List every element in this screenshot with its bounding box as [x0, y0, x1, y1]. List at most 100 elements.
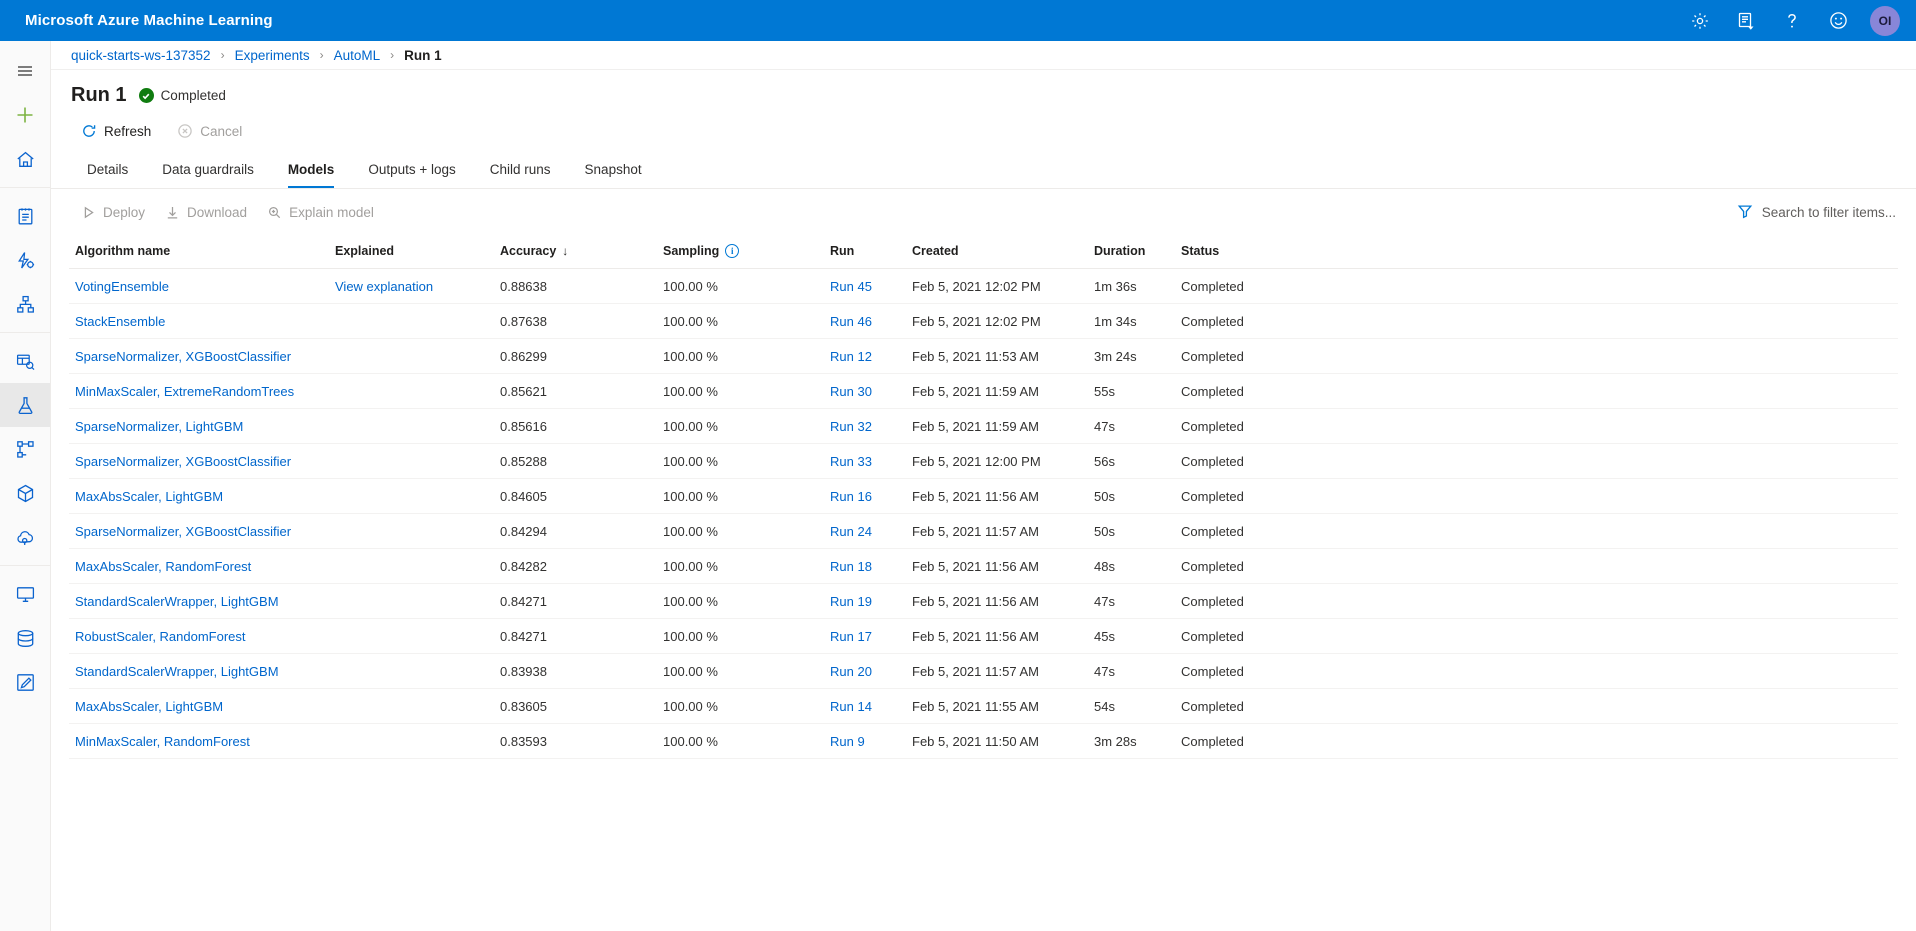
- column-header-duration[interactable]: Duration: [1088, 236, 1175, 269]
- cell-algorithm-name[interactable]: MaxAbsScaler, LightGBM: [69, 688, 329, 724]
- cell-algorithm-name-link[interactable]: StackEnsemble: [75, 314, 165, 329]
- breadcrumb-item-experiments[interactable]: Experiments: [235, 48, 310, 63]
- table-row[interactable]: SparseNormalizer, XGBoostClassifier 0.862…: [69, 338, 1898, 374]
- cell-algorithm-name[interactable]: MinMaxScaler, ExtremeRandomTrees: [69, 373, 329, 409]
- cell-algorithm-name[interactable]: SparseNormalizer, XGBoostClassifier: [69, 443, 329, 479]
- table-row[interactable]: StandardScalerWrapper, LightGBM 0.83938 10…: [69, 653, 1898, 689]
- table-row[interactable]: MaxAbsScaler, LightGBM 0.84605 100.00 % Run…: [69, 478, 1898, 514]
- cell-run[interactable]: Run 30: [824, 373, 906, 409]
- cell-run[interactable]: Run 9: [824, 723, 906, 759]
- gear-icon[interactable]: [1680, 1, 1720, 41]
- smiley-feedback-icon[interactable]: [1818, 1, 1858, 41]
- column-header-created[interactable]: Created: [906, 236, 1088, 269]
- cell-algorithm-name-link[interactable]: MinMaxScaler, ExtremeRandomTrees: [75, 384, 294, 399]
- cell-run-link[interactable]: Run 33: [830, 454, 872, 469]
- cell-algorithm-name[interactable]: SparseNormalizer, LightGBM: [69, 408, 329, 444]
- cell-run[interactable]: Run 14: [824, 688, 906, 724]
- help-question-icon[interactable]: [1772, 1, 1812, 41]
- cell-run-link[interactable]: Run 18: [830, 559, 872, 574]
- endpoints-cloud-icon[interactable]: [0, 515, 50, 559]
- cell-algorithm-name-link[interactable]: RobustScaler, RandomForest: [75, 629, 246, 644]
- cell-algorithm-name-link[interactable]: MaxAbsScaler, LightGBM: [75, 489, 223, 504]
- table-row[interactable]: MaxAbsScaler, LightGBM 0.83605 100.00 % Run…: [69, 688, 1898, 724]
- cell-run-link[interactable]: Run 24: [830, 524, 872, 539]
- column-header-status[interactable]: Status: [1175, 236, 1898, 269]
- table-row[interactable]: RobustScaler, RandomForest 0.84271 100.00 …: [69, 618, 1898, 654]
- new-plus-icon[interactable]: [0, 93, 50, 137]
- cell-run[interactable]: Run 46: [824, 303, 906, 339]
- tab-models[interactable]: Models: [272, 156, 351, 188]
- cell-algorithm-name[interactable]: StackEnsemble: [69, 303, 329, 339]
- cell-explained-link[interactable]: View explanation: [335, 279, 433, 294]
- cell-algorithm-name-link[interactable]: SparseNormalizer, LightGBM: [75, 419, 243, 434]
- cell-run[interactable]: Run 24: [824, 513, 906, 549]
- cell-algorithm-name-link[interactable]: SparseNormalizer, XGBoostClassifier: [75, 454, 291, 469]
- table-row[interactable]: StackEnsemble 0.87638 100.00 % Run 46 Feb 5,…: [69, 303, 1898, 339]
- cell-run-link[interactable]: Run 32: [830, 419, 872, 434]
- tab-child-runs[interactable]: Child runs: [474, 156, 567, 188]
- table-row[interactable]: SparseNormalizer, LightGBM 0.85616 100.00 …: [69, 408, 1898, 444]
- tab-data-guardrails[interactable]: Data guardrails: [146, 156, 270, 188]
- cell-run[interactable]: Run 45: [824, 268, 906, 304]
- cell-run-link[interactable]: Run 17: [830, 629, 872, 644]
- models-cube-icon[interactable]: [0, 471, 50, 515]
- datasets-icon[interactable]: [0, 339, 50, 383]
- tab-snapshot[interactable]: Snapshot: [569, 156, 658, 188]
- cell-algorithm-name-link[interactable]: MaxAbsScaler, LightGBM: [75, 699, 223, 714]
- column-header-explained[interactable]: Explained: [329, 236, 494, 269]
- cell-algorithm-name-link[interactable]: StandardScalerWrapper, LightGBM: [75, 594, 279, 609]
- cell-algorithm-name[interactable]: MaxAbsScaler, LightGBM: [69, 478, 329, 514]
- breadcrumb-item-automl[interactable]: AutoML: [334, 48, 381, 63]
- cell-explained[interactable]: View explanation: [329, 268, 494, 304]
- search-filter-input[interactable]: Search to filter items...: [1735, 199, 1898, 226]
- cell-algorithm-name-link[interactable]: SparseNormalizer, XGBoostClassifier: [75, 524, 291, 539]
- pipelines-icon[interactable]: [0, 427, 50, 471]
- cell-algorithm-name[interactable]: SparseNormalizer, XGBoostClassifier: [69, 338, 329, 374]
- labeling-icon[interactable]: [0, 660, 50, 704]
- automated-ml-icon[interactable]: [0, 238, 50, 282]
- cell-run-link[interactable]: Run 46: [830, 314, 872, 329]
- cell-run-link[interactable]: Run 12: [830, 349, 872, 364]
- datastores-icon[interactable]: [0, 616, 50, 660]
- notebooks-icon[interactable]: [0, 194, 50, 238]
- compute-monitor-icon[interactable]: [0, 572, 50, 616]
- cell-algorithm-name[interactable]: SparseNormalizer, XGBoostClassifier: [69, 513, 329, 549]
- table-row[interactable]: VotingEnsemble View explanation 0.88638 100…: [69, 268, 1898, 304]
- cell-run[interactable]: Run 32: [824, 408, 906, 444]
- cell-algorithm-name-link[interactable]: MaxAbsScaler, RandomForest: [75, 559, 251, 574]
- cell-run[interactable]: Run 18: [824, 548, 906, 584]
- cell-run-link[interactable]: Run 9: [830, 734, 865, 749]
- cell-algorithm-name-link[interactable]: VotingEnsemble: [75, 279, 169, 294]
- column-header-accuracy[interactable]: Accuracy ↓: [494, 236, 657, 269]
- info-icon[interactable]: i: [725, 244, 740, 258]
- cell-run-link[interactable]: Run 19: [830, 594, 872, 609]
- cell-algorithm-name[interactable]: VotingEnsemble: [69, 268, 329, 304]
- column-header-sampling[interactable]: Sampling i: [657, 236, 824, 269]
- cell-algorithm-name[interactable]: RobustScaler, RandomForest: [69, 618, 329, 654]
- column-header-algorithm[interactable]: Algorithm name: [69, 236, 329, 269]
- cell-algorithm-name-link[interactable]: SparseNormalizer, XGBoostClassifier: [75, 349, 291, 364]
- table-row[interactable]: MaxAbsScaler, RandomForest 0.84282 100.00 …: [69, 548, 1898, 584]
- cell-run[interactable]: Run 20: [824, 653, 906, 689]
- cell-run[interactable]: Run 16: [824, 478, 906, 514]
- cell-algorithm-name[interactable]: StandardScalerWrapper, LightGBM: [69, 653, 329, 689]
- experiments-flask-icon[interactable]: [0, 383, 50, 427]
- hamburger-menu-icon[interactable]: [0, 49, 50, 93]
- designer-icon[interactable]: [0, 282, 50, 326]
- tab-details[interactable]: Details: [71, 156, 144, 188]
- cell-run-link[interactable]: Run 16: [830, 489, 872, 504]
- cell-run[interactable]: Run 33: [824, 443, 906, 479]
- cell-run[interactable]: Run 19: [824, 583, 906, 619]
- cell-run-link[interactable]: Run 14: [830, 699, 872, 714]
- breadcrumb-item-workspace[interactable]: quick-starts-ws-137352: [71, 48, 211, 63]
- refresh-button[interactable]: Refresh: [71, 118, 161, 144]
- cell-run[interactable]: Run 17: [824, 618, 906, 654]
- cell-run-link[interactable]: Run 30: [830, 384, 872, 399]
- table-row[interactable]: MinMaxScaler, RandomForest 0.83593 100.00 …: [69, 723, 1898, 759]
- home-icon[interactable]: [0, 137, 50, 181]
- cell-algorithm-name[interactable]: MinMaxScaler, RandomForest: [69, 723, 329, 759]
- cell-algorithm-name-link[interactable]: StandardScalerWrapper, LightGBM: [75, 664, 279, 679]
- cell-run[interactable]: Run 12: [824, 338, 906, 374]
- feedback-notes-icon[interactable]: [1726, 1, 1766, 41]
- tab-outputs-logs[interactable]: Outputs + logs: [352, 156, 471, 188]
